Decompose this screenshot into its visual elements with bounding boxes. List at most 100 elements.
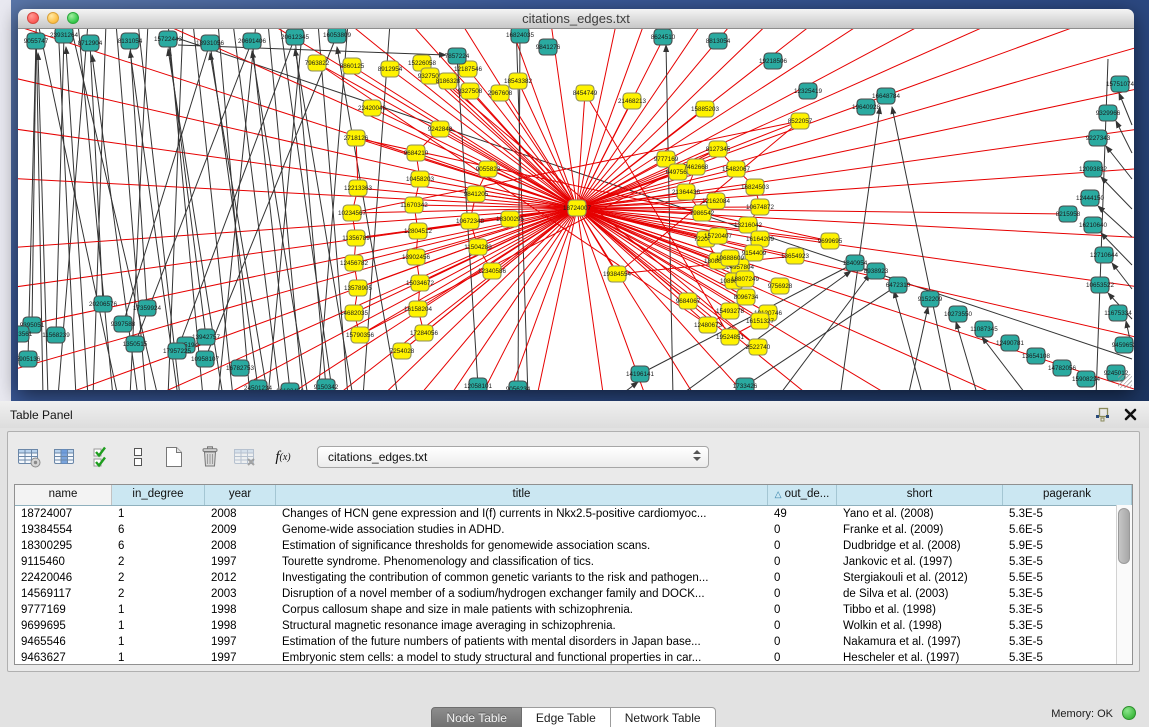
column-header-title[interactable]: title xyxy=(276,485,768,505)
svg-text:13578905: 13578905 xyxy=(344,285,373,292)
svg-text:8096734: 8096734 xyxy=(734,294,759,301)
svg-text:2967608: 2967608 xyxy=(488,90,513,97)
cell-in_degree: 2 xyxy=(112,570,205,586)
table-row[interactable]: 1830029562008Estimation of significance … xyxy=(15,538,1132,554)
svg-text:9242848: 9242848 xyxy=(428,126,453,133)
cell-out_de: 0 xyxy=(768,522,837,538)
svg-text:16210640: 16210640 xyxy=(1079,222,1108,229)
cell-pagerank: 5.3E-5 xyxy=(1003,602,1132,618)
svg-text:7254028: 7254028 xyxy=(390,348,415,355)
svg-text:8215958: 8215958 xyxy=(1056,211,1081,218)
svg-text:9777169: 9777169 xyxy=(654,156,679,163)
svg-text:15720407: 15720407 xyxy=(704,233,733,240)
svg-text:9227343: 9227343 xyxy=(1086,135,1111,142)
svg-text:21468213: 21468213 xyxy=(618,98,647,105)
table-row[interactable]: 1938455462009Genome-wide association stu… xyxy=(15,522,1132,538)
show-columns-icon[interactable] xyxy=(52,444,79,471)
svg-text:8522057: 8522057 xyxy=(788,118,813,125)
table-row[interactable]: 911546021997Tourette syndrome. Phenomeno… xyxy=(15,554,1132,570)
svg-text:15722443: 15722443 xyxy=(154,36,183,43)
create-new-column-icon[interactable] xyxy=(160,444,187,471)
memory-ok-indicator[interactable] xyxy=(1122,706,1136,720)
cell-pagerank: 5.5E-5 xyxy=(1003,570,1132,586)
table-row[interactable]: 2242004622012Investigating the contribut… xyxy=(15,570,1132,586)
network-canvas[interactable]: 1872400718300295193845547963822886012589… xyxy=(18,29,1134,390)
column-header-pagerank[interactable]: pagerank xyxy=(1003,485,1132,505)
cell-year: 2003 xyxy=(205,586,276,602)
cell-out_de: 0 xyxy=(768,650,837,665)
cell-year: 2009 xyxy=(205,522,276,538)
svg-text:9154409: 9154409 xyxy=(742,250,767,257)
svg-text:14782056: 14782056 xyxy=(1048,365,1077,372)
delete-column-icon[interactable] xyxy=(196,444,223,471)
network-view-window[interactable]: citations_edges.txt 18724007183002951938… xyxy=(18,9,1134,390)
svg-text:15908234: 15908234 xyxy=(1072,376,1101,383)
cell-title: Estimation of the future numbers of pati… xyxy=(276,634,768,650)
minimize-window-button[interactable] xyxy=(47,12,59,24)
cell-in_degree: 6 xyxy=(112,522,205,538)
svg-text:13654108: 13654108 xyxy=(1022,353,1051,360)
table-row[interactable]: 977716911998Corpus callosum shape and si… xyxy=(15,602,1132,618)
svg-text:11356789: 11356789 xyxy=(342,235,370,242)
svg-text:18300295: 18300295 xyxy=(496,216,525,223)
cell-short: Tibbo et al. (1998) xyxy=(837,602,1003,618)
svg-text:1350515: 1350515 xyxy=(123,341,148,348)
svg-text:12213363: 12213363 xyxy=(344,185,373,192)
svg-text:9329966: 9329966 xyxy=(1096,110,1121,117)
cell-title: Tourette syndrome. Phenomenology and cla… xyxy=(276,554,768,570)
column-header-short[interactable]: short xyxy=(837,485,1003,505)
svg-text:14196141: 14196141 xyxy=(626,371,655,378)
table-row[interactable]: 1456911722003Disruption of a novel membe… xyxy=(15,586,1132,602)
cytoscape-app: citations_edges.txt 18724007183002951938… xyxy=(0,0,1149,727)
table-row[interactable]: 946362711997Embryonic stem cells: a mode… xyxy=(15,650,1132,665)
svg-text:16151327: 16151327 xyxy=(746,318,775,325)
svg-text:18543382: 18543382 xyxy=(504,78,533,85)
svg-text:11675334: 11675334 xyxy=(1104,310,1132,317)
column-header-year[interactable]: year xyxy=(205,485,276,505)
cell-pagerank: 5.3E-5 xyxy=(1003,506,1132,522)
table-row[interactable]: 1872400712008Changes of HCN gene express… xyxy=(15,506,1132,522)
table-panel-header: Table Panel xyxy=(0,401,1149,428)
clear-column-selection-icon[interactable] xyxy=(124,444,151,471)
window-resize-grip[interactable] xyxy=(1118,374,1132,388)
cell-out_de: 0 xyxy=(768,634,837,650)
svg-text:13902456: 13902456 xyxy=(402,254,431,261)
sort-ascending-icon: △ xyxy=(775,489,782,499)
float-panel-icon[interactable] xyxy=(1095,407,1110,422)
table-vertical-scrollbar[interactable] xyxy=(1116,505,1132,664)
cell-out_de: 0 xyxy=(768,570,837,586)
cell-out_de: 49 xyxy=(768,506,837,522)
cell-name: 22420046 xyxy=(15,570,112,586)
close-window-button[interactable] xyxy=(27,12,39,24)
cell-pagerank: 5.6E-5 xyxy=(1003,522,1132,538)
table-row[interactable]: 969969511998Structural magnetic resonanc… xyxy=(15,618,1132,634)
svg-text:7857224: 7857224 xyxy=(445,53,470,60)
window-titlebar[interactable]: citations_edges.txt xyxy=(18,9,1134,29)
svg-text:11087345: 11087345 xyxy=(970,326,998,333)
table-settings-icon[interactable] xyxy=(16,444,43,471)
cell-in_degree: 6 xyxy=(112,538,205,554)
table-row[interactable]: 946554611997Estimation of the future num… xyxy=(15,634,1132,650)
select-all-columns-icon[interactable] xyxy=(88,444,115,471)
cell-year: 2008 xyxy=(205,506,276,522)
svg-text:24501234: 24501234 xyxy=(244,385,273,390)
svg-text:10273550: 10273550 xyxy=(944,311,973,318)
column-header-in_degree[interactable]: in_degree xyxy=(112,485,205,505)
svg-text:19640928: 19640928 xyxy=(852,104,881,111)
svg-text:5905136: 5905136 xyxy=(18,356,41,363)
svg-text:8624510: 8624510 xyxy=(651,34,676,41)
column-header-name[interactable]: name xyxy=(15,485,112,505)
svg-text:9684210: 9684210 xyxy=(404,150,429,157)
cell-title: Corpus callosum shape and size in male p… xyxy=(276,602,768,618)
svg-text:15482067: 15482067 xyxy=(722,166,751,173)
cell-pagerank: 5.3E-5 xyxy=(1003,618,1132,634)
scrollbar-thumb[interactable] xyxy=(1118,508,1130,564)
close-panel-icon[interactable] xyxy=(1124,408,1137,421)
cell-title: Embryonic stem cells: a model to study s… xyxy=(276,650,768,665)
table-selector-dropdown[interactable]: citations_edges.txt xyxy=(317,446,709,468)
column-header-out_de[interactable]: △out_de... xyxy=(768,485,837,505)
function-builder-icon[interactable]: f(x) xyxy=(268,444,298,471)
cell-name: 9465546 xyxy=(15,634,112,650)
zoom-window-button[interactable] xyxy=(67,12,79,24)
cell-year: 2012 xyxy=(205,570,276,586)
